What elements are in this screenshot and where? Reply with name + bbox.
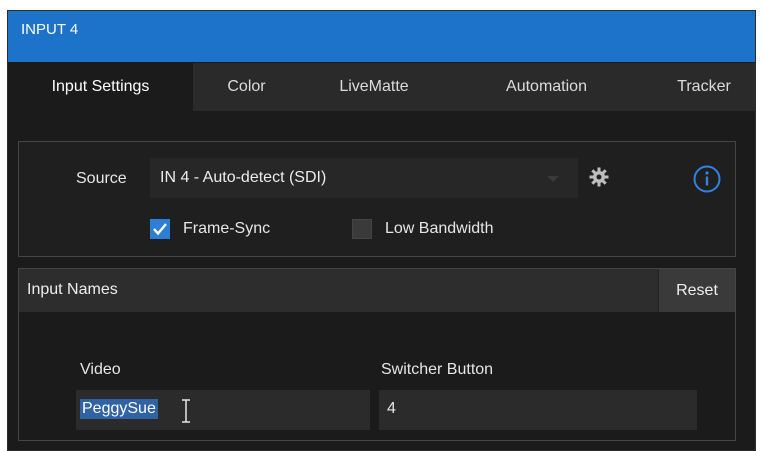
chevron-down-icon: [546, 171, 560, 189]
title-bar: INPUT 4: [8, 11, 755, 62]
tab-tracker[interactable]: Tracker: [651, 63, 757, 111]
source-label: Source: [76, 170, 127, 187]
tab-input-settings[interactable]: Input Settings: [8, 63, 193, 111]
checkmark-icon: [153, 223, 167, 236]
low-bandwidth-label: Low Bandwidth: [385, 220, 494, 237]
switcher-button-input[interactable]: 4: [379, 390, 697, 430]
switcher-button-value: 4: [387, 400, 396, 417]
input-names-header: Input Names Reset: [19, 269, 735, 313]
tab-bar: Input Settings Color LiveMatte Automatio…: [8, 62, 755, 111]
input-names-title: Input Names: [27, 281, 118, 298]
input-names-panel: Input Names Reset Video PeggySue Switche…: [18, 268, 736, 441]
source-panel: Source IN 4 - Auto-detect (SDI) Frame-Sy…: [18, 141, 736, 257]
frame-sync-label: Frame-Sync: [183, 220, 271, 237]
frame-sync-checkbox[interactable]: [150, 219, 170, 239]
video-name-input[interactable]: PeggySue: [76, 390, 370, 430]
tab-automation[interactable]: Automation: [475, 63, 618, 111]
reset-button[interactable]: Reset: [658, 269, 735, 312]
info-icon[interactable]: [692, 164, 722, 199]
window-title: INPUT 4: [21, 21, 79, 38]
source-dropdown[interactable]: IN 4 - Auto-detect (SDI): [150, 158, 578, 198]
gear-icon[interactable]: [589, 167, 609, 192]
text-cursor-icon: [180, 399, 192, 428]
source-value: IN 4 - Auto-detect (SDI): [160, 169, 327, 186]
video-label: Video: [80, 361, 121, 378]
switcher-button-label: Switcher Button: [381, 361, 494, 378]
tab-livematte[interactable]: LiveMatte: [310, 63, 438, 111]
video-name-value: PeggySue: [80, 399, 158, 419]
low-bandwidth-checkbox[interactable]: [352, 219, 372, 239]
tab-color[interactable]: Color: [202, 63, 291, 111]
